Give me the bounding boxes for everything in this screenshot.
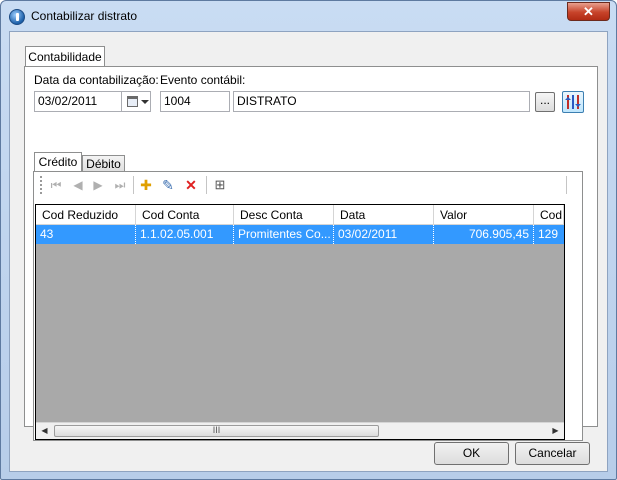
table-row[interactable]: 43 1.1.02.05.001 Promitentes Co... 03/02… <box>36 225 564 244</box>
column-header-valor[interactable]: Valor <box>434 205 534 225</box>
dialog-window: Contabilizar distrato ✕ Contabilidade Da… <box>0 0 617 480</box>
scroll-right-icon[interactable]: ▶ <box>547 423 564 439</box>
cell-cod-conta[interactable]: 1.1.02.05.001 <box>136 225 234 244</box>
column-header-cod-h[interactable]: Cod H <box>534 205 564 225</box>
toolbar-separator <box>206 176 207 194</box>
navigator-toolbar: ⏮ ◀ ▶ ⏭ ✚ ✎ ✕ ⊞ <box>34 172 582 198</box>
close-icon: ✕ <box>583 4 594 19</box>
scroll-left-icon[interactable]: ◀ <box>36 423 53 439</box>
date-input[interactable]: 03/02/2011 <box>34 91 122 112</box>
column-header-cod-reduzido[interactable]: Cod Reduzido <box>36 205 136 225</box>
columns-settings-button[interactable] <box>562 91 584 113</box>
tab-credito[interactable]: Crédito <box>34 152 82 172</box>
tab-debito[interactable]: Débito <box>82 155 125 172</box>
event-description-field: DISTRATO <box>233 91 530 112</box>
first-record-icon[interactable]: ⏮ <box>48 177 64 193</box>
prev-record-icon[interactable]: ◀ <box>70 177 86 193</box>
column-header-data[interactable]: Data <box>334 205 434 225</box>
tree-view-icon[interactable]: ⊞ <box>212 177 228 193</box>
tab-contabilidade[interactable]: Contabilidade <box>25 46 105 67</box>
column-header-cod-conta[interactable]: Cod Conta <box>136 205 234 225</box>
date-label: Data da contabilização: <box>34 73 159 87</box>
calendar-icon <box>127 96 138 107</box>
cell-cod-reduzido[interactable]: 43 <box>36 225 136 244</box>
credito-panel: ⏮ ◀ ▶ ⏭ ✚ ✎ ✕ ⊞ Cod Reduzido Cod Conta D… <box>33 171 583 441</box>
columns-settings-icon <box>565 95 581 109</box>
next-record-icon[interactable]: ▶ <box>90 177 106 193</box>
toolbar-separator <box>133 176 134 194</box>
ellipsis-icon: ... <box>539 93 550 107</box>
column-header-desc-conta[interactable]: Desc Conta <box>234 205 334 225</box>
ok-button[interactable]: OK <box>434 442 509 465</box>
chevron-down-icon <box>141 100 149 104</box>
add-record-icon[interactable]: ✚ <box>138 177 154 193</box>
cell-desc-conta[interactable]: Promitentes Co... <box>234 225 334 244</box>
event-lookup-button[interactable]: ... <box>535 92 555 112</box>
edit-record-icon[interactable]: ✎ <box>160 177 176 193</box>
scrollbar-thumb[interactable]: III <box>54 425 379 437</box>
title-bar[interactable]: Contabilizar distrato ✕ <box>1 1 616 31</box>
event-label: Evento contábil: <box>160 73 246 87</box>
cell-valor[interactable]: 706.905,45 <box>434 225 534 244</box>
horizontal-scrollbar[interactable]: ◀ III ▶ <box>36 422 564 439</box>
grid-header: Cod Reduzido Cod Conta Desc Conta Data V… <box>36 205 564 225</box>
app-icon <box>9 9 25 25</box>
close-button[interactable]: ✕ <box>567 2 610 21</box>
cell-data[interactable]: 03/02/2011 <box>334 225 434 244</box>
delete-record-icon[interactable]: ✕ <box>183 177 199 193</box>
last-record-icon[interactable]: ⏭ <box>112 177 128 193</box>
credit-grid[interactable]: Cod Reduzido Cod Conta Desc Conta Data V… <box>35 204 565 440</box>
cell-cod-h[interactable]: 129 <box>534 225 564 244</box>
toolbar-grip <box>40 176 42 194</box>
contabilidade-panel: Data da contabilização: Evento contábil:… <box>24 66 598 441</box>
date-picker-button[interactable] <box>121 91 151 112</box>
dialog-client-area: Contabilidade Data da contabilização: Ev… <box>9 31 608 472</box>
toolbar-separator <box>566 176 567 194</box>
event-code-input[interactable]: 1004 <box>160 91 230 112</box>
scroll-grip-icon: III <box>212 425 221 435</box>
cancel-button[interactable]: Cancelar <box>515 442 590 465</box>
window-title: Contabilizar distrato <box>31 9 138 23</box>
